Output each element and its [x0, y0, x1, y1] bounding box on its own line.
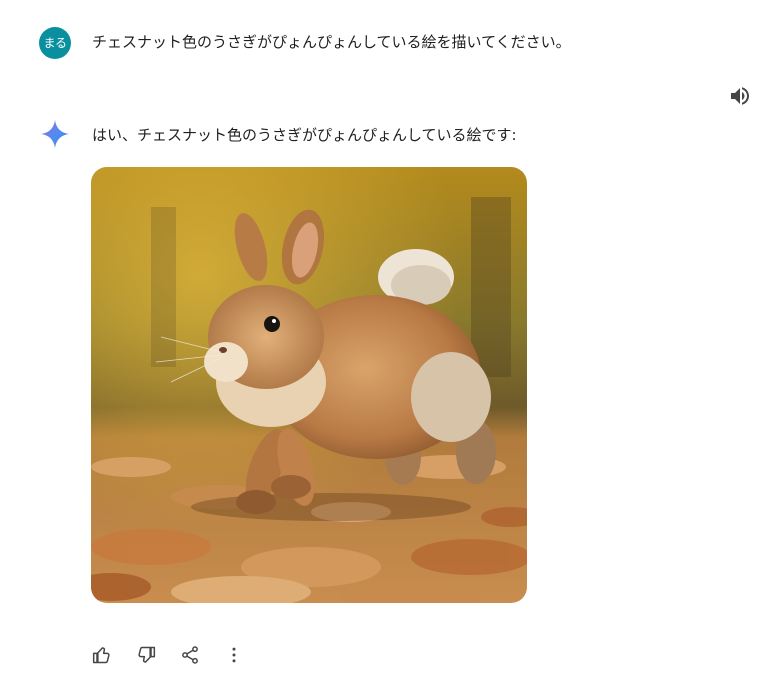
more-options-button[interactable]	[216, 637, 252, 673]
share-button[interactable]	[172, 637, 208, 673]
user-avatar[interactable]: まる	[39, 27, 71, 59]
thumbs-up-button[interactable]	[84, 637, 120, 673]
more-vert-icon	[232, 647, 236, 663]
speaker-icon[interactable]	[728, 84, 752, 108]
share-icon	[182, 646, 198, 664]
thumbs-down-icon	[138, 646, 156, 663]
generated-image[interactable]	[91, 167, 527, 603]
thumbs-down-button[interactable]	[128, 637, 164, 673]
conversation-page: まる チェスナット色のうさぎがぴょんぴょんしている絵を描いてください。 はい、チ…	[0, 0, 772, 699]
rabbit-illustration	[91, 167, 527, 603]
response-actions	[84, 637, 252, 673]
user-prompt-text: チェスナット色のうさぎがぴょんぴょんしている絵を描いてください。	[92, 33, 571, 51]
assistant-reply-text: はい、チェスナット色のうさぎがぴょんぴょんしている絵です:	[92, 126, 517, 144]
thumbs-up-icon	[92, 647, 110, 664]
sparkle-icon	[39, 118, 71, 150]
